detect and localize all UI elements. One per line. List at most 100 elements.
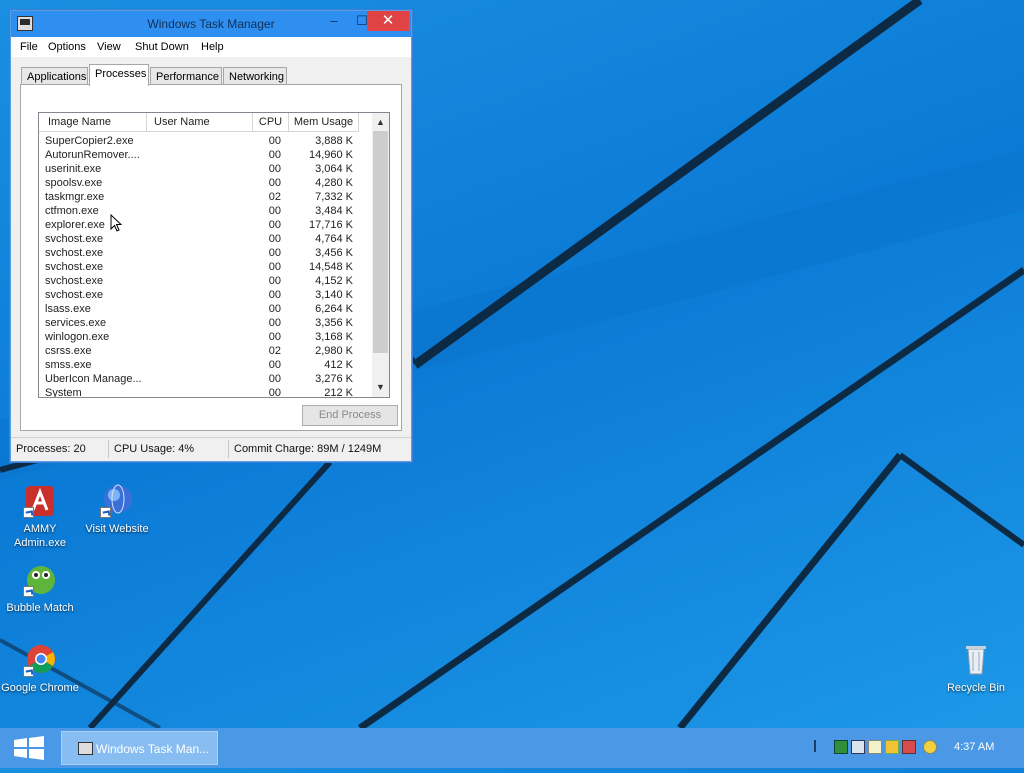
table-row[interactable]: services.exe 00 3,356 K xyxy=(39,316,371,330)
menu-help[interactable]: Help xyxy=(201,41,224,53)
table-row[interactable]: svchost.exe 00 4,764 K xyxy=(39,232,371,246)
table-row[interactable]: UberIcon Manage... 00 3,276 K xyxy=(39,372,371,386)
table-row[interactable]: smss.exe 00 412 K xyxy=(39,358,371,372)
tray-shield-icon[interactable] xyxy=(885,740,899,754)
tray-notes-icon[interactable] xyxy=(868,740,882,754)
menu-options[interactable]: Options xyxy=(48,41,86,53)
processes-panel: Image Name User Name CPU Mem Usage Super… xyxy=(20,84,402,431)
shortcut-arrow-icon xyxy=(23,507,34,518)
table-row[interactable]: svchost.exe 00 3,456 K xyxy=(39,246,371,260)
tray-smiley-icon[interactable] xyxy=(923,740,937,754)
shortcut-arrow-icon xyxy=(100,507,111,518)
desktop-icon-label: Visit Website xyxy=(85,523,149,535)
status-processes: Processes: 20 xyxy=(16,443,86,455)
process-cpu: 00 xyxy=(268,359,281,371)
tray-monitor-icon[interactable] xyxy=(851,740,865,754)
process-mem-usage: 6,264 K xyxy=(315,303,353,315)
column-header-image-name[interactable]: Image Name xyxy=(39,113,147,132)
status-divider xyxy=(228,440,229,458)
process-image-name: csrss.exe xyxy=(45,345,92,357)
process-image-name: explorer.exe xyxy=(45,219,105,231)
desktop-icon-label: Bubble Match xyxy=(6,602,74,614)
process-cpu: 00 xyxy=(268,373,281,385)
chrome-icon xyxy=(23,643,57,677)
desktop-icon-recycle-bin[interactable]: Recycle Bin xyxy=(936,643,1016,695)
scroll-down-icon[interactable]: ▼ xyxy=(372,379,389,395)
scrollbar-thumb[interactable] xyxy=(373,131,388,353)
process-cpu: 02 xyxy=(268,345,281,357)
windows-logo-icon xyxy=(14,736,44,760)
table-row[interactable]: lsass.exe 00 6,264 K xyxy=(39,302,371,316)
process-cpu: 00 xyxy=(268,163,281,175)
menu-view[interactable]: View xyxy=(97,41,121,53)
tab-networking[interactable]: Networking xyxy=(223,67,287,85)
process-mem-usage: 3,140 K xyxy=(315,289,353,301)
table-row[interactable]: spoolsv.exe 00 4,280 K xyxy=(39,176,371,190)
process-list[interactable]: Image Name User Name CPU Mem Usage Super… xyxy=(38,112,390,398)
table-row[interactable]: userinit.exe 00 3,064 K xyxy=(39,162,371,176)
end-process-button[interactable]: End Process xyxy=(302,405,398,426)
process-mem-usage: 212 K xyxy=(324,387,353,398)
tab-applications[interactable]: Applications xyxy=(21,67,88,85)
taskbar-button-task-manager[interactable]: Windows Task Man... xyxy=(61,731,218,765)
desktop-icon-google-chrome[interactable]: Google Chrome xyxy=(0,643,80,695)
process-image-name: svchost.exe xyxy=(45,261,104,273)
table-row[interactable]: ctfmon.exe 00 3,484 K xyxy=(39,204,371,218)
table-row[interactable]: svchost.exe 00 3,140 K xyxy=(39,288,371,302)
close-button[interactable]: ✕ xyxy=(367,11,409,31)
column-header-user-name[interactable]: User Name xyxy=(147,113,253,132)
task-manager-icon xyxy=(78,742,93,755)
process-mem-usage: 4,764 K xyxy=(315,233,353,245)
process-image-name: svchost.exe xyxy=(45,289,104,301)
status-cpu-usage: CPU Usage: 4% xyxy=(114,443,195,455)
process-mem-usage: 3,276 K xyxy=(315,373,353,385)
process-mem-usage: 4,152 K xyxy=(315,275,353,287)
minimize-button[interactable]: – xyxy=(320,11,348,31)
tray-puzzle-icon[interactable] xyxy=(902,740,916,754)
taskbar-clock[interactable]: 4:37 AM xyxy=(954,741,994,753)
process-list-header: Image Name User Name CPU Mem Usage xyxy=(39,113,371,133)
taskbar-button-label: Windows Task Man... xyxy=(96,742,210,756)
column-header-cpu[interactable]: CPU xyxy=(253,113,289,132)
scroll-up-icon[interactable]: ▲ xyxy=(372,114,389,130)
desktop-icon-label: AMMY Admin.exe xyxy=(14,523,66,549)
table-row[interactable]: svchost.exe 00 4,152 K xyxy=(39,274,371,288)
process-image-name: lsass.exe xyxy=(45,303,91,315)
recycle-bin-icon xyxy=(959,643,993,677)
tray-network-icon[interactable] xyxy=(834,740,848,754)
table-row[interactable]: taskmgr.exe 02 7,332 K xyxy=(39,190,371,204)
taskbar: Windows Task Man... 4:37 AM xyxy=(0,728,1024,768)
globe-icon xyxy=(100,484,134,518)
process-mem-usage: 3,888 K xyxy=(315,135,353,147)
process-mem-usage: 412 K xyxy=(324,359,353,371)
process-mem-usage: 3,064 K xyxy=(315,163,353,175)
process-image-name: svchost.exe xyxy=(45,247,104,259)
tab-processes[interactable]: Processes xyxy=(89,64,149,86)
tab-performance[interactable]: Performance xyxy=(150,67,222,85)
table-row[interactable]: csrss.exe 02 2,980 K xyxy=(39,344,371,358)
process-cpu: 00 xyxy=(268,149,281,161)
desktop-icon-ammy-admin[interactable]: AMMY Admin.exe xyxy=(0,484,80,550)
desktop-icon-visit-website[interactable]: Visit Website xyxy=(77,484,157,536)
start-button[interactable] xyxy=(0,728,58,768)
process-cpu: 02 xyxy=(268,191,281,203)
table-row[interactable]: winlogon.exe 00 3,168 K xyxy=(39,330,371,344)
process-image-name: userinit.exe xyxy=(45,163,102,175)
menu-file[interactable]: File xyxy=(20,41,38,53)
process-cpu: 00 xyxy=(268,177,281,189)
process-mem-usage: 3,356 K xyxy=(315,317,353,329)
vertical-scrollbar[interactable]: ▲ ▼ xyxy=(372,113,389,397)
desktop-icon-bubble-match[interactable]: Bubble Match xyxy=(0,563,80,615)
process-cpu: 00 xyxy=(268,275,281,287)
table-row[interactable]: svchost.exe 00 14,548 K xyxy=(39,260,371,274)
shortcut-arrow-icon xyxy=(23,586,34,597)
process-image-name: ctfmon.exe xyxy=(45,205,99,217)
task-manager-window[interactable]: Windows Task Manager – ☐ ✕ File Options … xyxy=(10,10,412,462)
table-row[interactable]: AutorunRemover.... 00 14,960 K xyxy=(39,148,371,162)
title-bar[interactable]: Windows Task Manager – ☐ ✕ xyxy=(11,11,411,37)
menu-shut-down[interactable]: Shut Down xyxy=(135,41,189,53)
column-header-mem-usage[interactable]: Mem Usage xyxy=(289,113,359,132)
table-row[interactable]: SuperCopier2.exe 00 3,888 K xyxy=(39,134,371,148)
table-row[interactable]: System 00 212 K xyxy=(39,386,371,398)
table-row[interactable]: explorer.exe 00 17,716 K xyxy=(39,218,371,232)
